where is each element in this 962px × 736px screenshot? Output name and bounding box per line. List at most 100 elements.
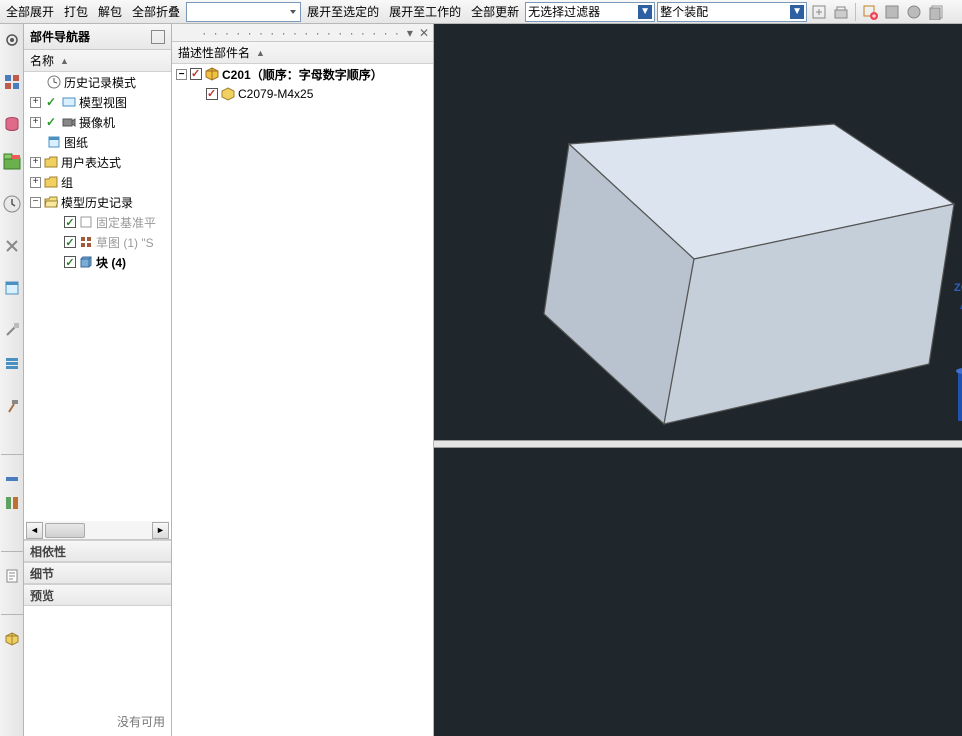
expand-all-button[interactable]: 全部展开 [2, 1, 58, 22]
rail-small2-icon[interactable] [2, 493, 22, 513]
expand-icon[interactable]: + [30, 157, 41, 168]
viewport-splitter[interactable] [434, 440, 962, 448]
clock-icon [46, 74, 62, 90]
maximize-icon[interactable] [151, 30, 165, 44]
rail-nav-icon[interactable] [2, 72, 22, 92]
rail-clock-icon[interactable] [2, 194, 22, 214]
toolbar-add-icon[interactable] [860, 2, 880, 22]
scroll-right-icon[interactable]: ► [152, 522, 169, 539]
details-section[interactable]: 细节 [24, 562, 171, 584]
tree-item-model-history[interactable]: − 模型历史记录 [26, 192, 171, 212]
dependencies-section[interactable]: 相依性 [24, 540, 171, 562]
column-name-label: 名称 [30, 52, 54, 69]
tree-item-drawings[interactable]: 图纸 [42, 132, 171, 152]
desc-tree-root[interactable]: − C201（顺序：字母数字顺序） [172, 64, 433, 84]
check-icon: ✓ [43, 94, 59, 110]
toolbar-icon-5[interactable] [904, 2, 924, 22]
chevron-down-icon[interactable]: ▾ [407, 26, 413, 40]
checkbox[interactable] [64, 256, 76, 268]
update-all-button[interactable]: 全部更新 [467, 1, 523, 22]
rail-tool2-icon[interactable] [2, 320, 22, 340]
sort-asc-icon: ▲ [60, 56, 69, 66]
folder-icon [43, 154, 59, 170]
search-input[interactable] [186, 2, 301, 22]
rail-tool-icon[interactable] [2, 236, 22, 256]
collapse-all-button[interactable]: 全部折叠 [128, 1, 184, 22]
tree-label: 固定基准平 [96, 214, 156, 231]
toolbar-icon-1[interactable] [809, 2, 829, 22]
scroll-left-icon[interactable]: ◄ [26, 522, 43, 539]
toolbar-icon-2[interactable] [831, 2, 851, 22]
checkbox[interactable] [206, 88, 218, 100]
chevron-down-icon: ▼ [638, 5, 652, 19]
toolbar-icon-6[interactable] [926, 2, 946, 22]
collapse-icon[interactable]: − [176, 69, 187, 80]
unpack-button[interactable]: 解包 [94, 1, 126, 22]
tree-item-datum[interactable]: 固定基准平 [60, 212, 171, 232]
scroll-thumb[interactable] [45, 523, 85, 538]
checkbox[interactable] [64, 216, 76, 228]
tree-item-groups[interactable]: + 组 [26, 172, 171, 192]
descriptive-tree: − C201（顺序：字母数字顺序） C2079-M4x25 [172, 64, 433, 736]
toolbar-icon-4[interactable] [882, 2, 902, 22]
rail-folder-icon[interactable] [2, 152, 22, 172]
dotted-line-icon: · · · · · · · · · · · · · · · · · · [202, 26, 401, 40]
panel-menu[interactable]: · · · · · · · · · · · · · · · · · · ▾ ✕ [172, 24, 433, 42]
tree-label: 模型视图 [79, 94, 127, 111]
tree-item-history-mode[interactable]: 历史记录模式 [42, 72, 171, 92]
expand-icon[interactable]: + [30, 177, 41, 188]
rail-small1-icon[interactable] [2, 469, 22, 489]
part-navigator-title: 部件导航器 [24, 24, 171, 50]
tree-label: 草图 (1) "S [96, 234, 154, 251]
tree-label: 图纸 [64, 134, 88, 151]
tree-item-expressions[interactable]: + 用户表达式 [26, 152, 171, 172]
check-icon: ✓ [43, 114, 59, 130]
folder-icon [43, 174, 59, 190]
main-toolbar: 全部展开 打包 解包 全部折叠 展开至选定的 展开至工作的 全部更新 无选择过滤… [0, 0, 962, 24]
tree-item-sketch[interactable]: 草图 (1) "S [60, 232, 171, 252]
rail-window-icon[interactable] [2, 278, 22, 298]
models-icon [61, 94, 77, 110]
block-icon [78, 254, 94, 270]
rail-db-icon[interactable] [2, 114, 22, 134]
tree-item-cameras[interactable]: + ✓ 摄像机 [26, 112, 171, 132]
column-header-desc[interactable]: 描述性部件名 ▲ [172, 42, 433, 64]
rail-gear-icon[interactable] [2, 30, 22, 50]
close-icon[interactable]: ✕ [419, 26, 429, 40]
tree-label: 用户表达式 [61, 154, 121, 171]
rail-box-icon[interactable] [2, 629, 22, 649]
tree-label: 块 (4) [96, 254, 126, 271]
rail-doc-icon[interactable] [2, 566, 22, 586]
expand-to-selected-button[interactable]: 展开至选定的 [303, 1, 383, 22]
tree-item-block[interactable]: 块 (4) [60, 252, 171, 272]
preview-area: 没有可用 [24, 606, 171, 736]
expand-icon[interactable]: + [30, 97, 41, 108]
filter-select[interactable]: 无选择过滤器 ▼ [525, 2, 655, 22]
expand-icon[interactable]: + [30, 117, 41, 128]
rail-hammer-icon[interactable] [2, 396, 22, 416]
drawing-icon [46, 134, 62, 150]
assembly-icon [205, 67, 219, 81]
horizontal-scrollbar[interactable]: ◄ ► [26, 521, 169, 539]
preview-section[interactable]: 预览 [24, 584, 171, 606]
pack-button[interactable]: 打包 [60, 1, 92, 22]
3d-viewport[interactable]: ZC XC [434, 24, 962, 736]
collapse-icon[interactable]: − [30, 197, 41, 208]
axis-z-label: ZC [954, 282, 962, 294]
tree-label: 组 [61, 174, 73, 191]
rail-stack-icon[interactable] [2, 354, 22, 374]
part-tree: 历史记录模式 + ✓ 模型视图 + ✓ 摄像机 图纸 + 用户表达式 [24, 72, 171, 540]
chevron-down-icon: ▼ [790, 5, 804, 19]
checkbox[interactable] [64, 236, 76, 248]
tree-item-model-views[interactable]: + ✓ 模型视图 [26, 92, 171, 112]
filter-select-value: 无选择过滤器 [528, 3, 600, 20]
axis-triad-icon [939, 299, 962, 429]
expand-to-working-button[interactable]: 展开至工作的 [385, 1, 465, 22]
checkbox[interactable] [190, 68, 202, 80]
desc-tree-child[interactable]: C2079-M4x25 [172, 84, 433, 104]
scope-select[interactable]: 整个装配▼ [657, 2, 807, 22]
part-navigator-panel: 部件导航器 名称 ▲ 历史记录模式 + ✓ 模型视图 + ✓ 摄像机 [24, 24, 172, 736]
column-header-name[interactable]: 名称 ▲ [24, 50, 171, 72]
tree-label: 模型历史记录 [61, 194, 133, 211]
tree-label: C2079-M4x25 [238, 87, 313, 101]
